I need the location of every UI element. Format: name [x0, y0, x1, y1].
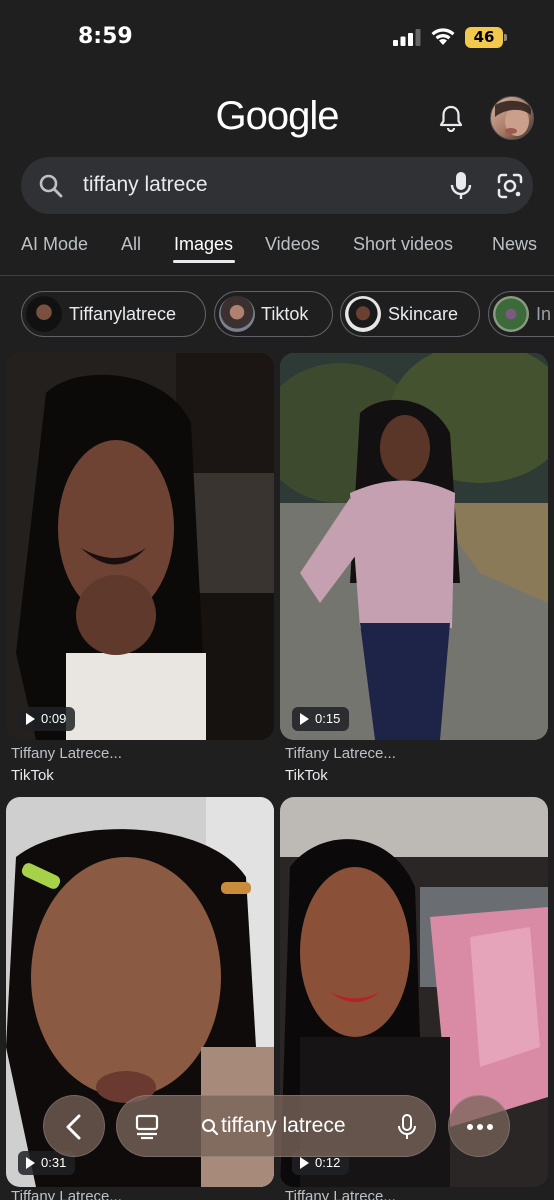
- chip-thumbnail: [493, 296, 529, 332]
- chip-tiffanylatrece[interactable]: Tiffanylatrece: [21, 291, 206, 337]
- result-source-2[interactable]: TikTok: [285, 767, 328, 784]
- bottom-search-query[interactable]: tiffany latrece: [221, 1114, 346, 1138]
- chip-more[interactable]: In: [488, 291, 554, 337]
- result-image-1[interactable]: 0:09: [6, 353, 274, 740]
- chip-label: Skincare: [388, 304, 459, 324]
- google-lens-icon[interactable]: [496, 172, 524, 200]
- tabs-icon[interactable]: [135, 1114, 159, 1140]
- video-duration-badge: 0:15: [292, 707, 350, 731]
- tab-videos[interactable]: Videos: [265, 234, 320, 255]
- search-icon: [39, 174, 63, 198]
- wifi-icon: [431, 28, 455, 45]
- play-icon: [300, 713, 309, 725]
- battery-icon: 46: [465, 27, 507, 48]
- play-icon: [26, 1157, 35, 1169]
- play-icon: [300, 1157, 309, 1169]
- result-source-1[interactable]: TikTok: [11, 767, 54, 784]
- play-icon: [26, 713, 35, 725]
- status-bar: 8:59 46: [0, 0, 554, 76]
- chip-label: In: [536, 304, 552, 324]
- more-options-button[interactable]: [448, 1095, 510, 1157]
- back-button[interactable]: [43, 1095, 105, 1157]
- bottom-search-pill[interactable]: tiffany latrece: [116, 1095, 436, 1157]
- google-logo[interactable]: Google: [0, 94, 554, 139]
- chip-thumbnail: [219, 296, 255, 332]
- microphone-icon[interactable]: [449, 171, 473, 201]
- more-horizontal-icon: [467, 1124, 493, 1130]
- search-bar[interactable]: tiffany latrece: [21, 157, 533, 214]
- search-tabs: AI Mode All Images Videos Short videos N…: [0, 232, 554, 276]
- video-duration-badge: 0:09: [18, 707, 76, 731]
- chevron-left-icon: [66, 1114, 81, 1140]
- search-icon: [202, 1119, 219, 1136]
- video-duration: 0:15: [315, 711, 341, 726]
- video-thumbnail: [6, 353, 274, 740]
- account-avatar[interactable]: [490, 96, 534, 140]
- battery-level: 46: [465, 27, 503, 48]
- tab-news[interactable]: News: [492, 234, 537, 255]
- tab-short-videos[interactable]: Short videos: [353, 234, 453, 255]
- result-image-2[interactable]: 0:15: [280, 353, 548, 740]
- search-query[interactable]: tiffany latrece: [83, 173, 208, 197]
- cellular-signal-icon: [393, 29, 421, 46]
- chip-thumbnail: [345, 296, 381, 332]
- video-duration: 0:09: [41, 711, 67, 726]
- microphone-icon[interactable]: [397, 1114, 417, 1140]
- filter-chips: Tiffanylatrece Tiktok Skincare In: [0, 291, 554, 337]
- chip-label: Tiffanylatrece: [69, 304, 177, 324]
- chip-tiktok[interactable]: Tiktok: [214, 291, 333, 337]
- tab-ai-mode[interactable]: AI Mode: [21, 234, 88, 255]
- tab-images[interactable]: Images: [174, 234, 233, 255]
- chip-skincare[interactable]: Skincare: [340, 291, 480, 337]
- notifications-bell-icon[interactable]: [438, 104, 464, 132]
- chip-label: Tiktok: [261, 304, 309, 324]
- active-tab-indicator: [173, 260, 235, 263]
- video-thumbnail: [280, 353, 548, 740]
- chip-thumbnail: [26, 296, 62, 332]
- result-title-1[interactable]: Tiffany Latrece...: [11, 745, 122, 762]
- result-title-4[interactable]: Tiffany Latrece...: [285, 1188, 396, 1200]
- result-title-3[interactable]: Tiffany Latrece...: [11, 1188, 122, 1200]
- result-title-2[interactable]: Tiffany Latrece...: [285, 745, 396, 762]
- tab-all[interactable]: All: [121, 234, 141, 255]
- status-time: 8:59: [78, 24, 133, 49]
